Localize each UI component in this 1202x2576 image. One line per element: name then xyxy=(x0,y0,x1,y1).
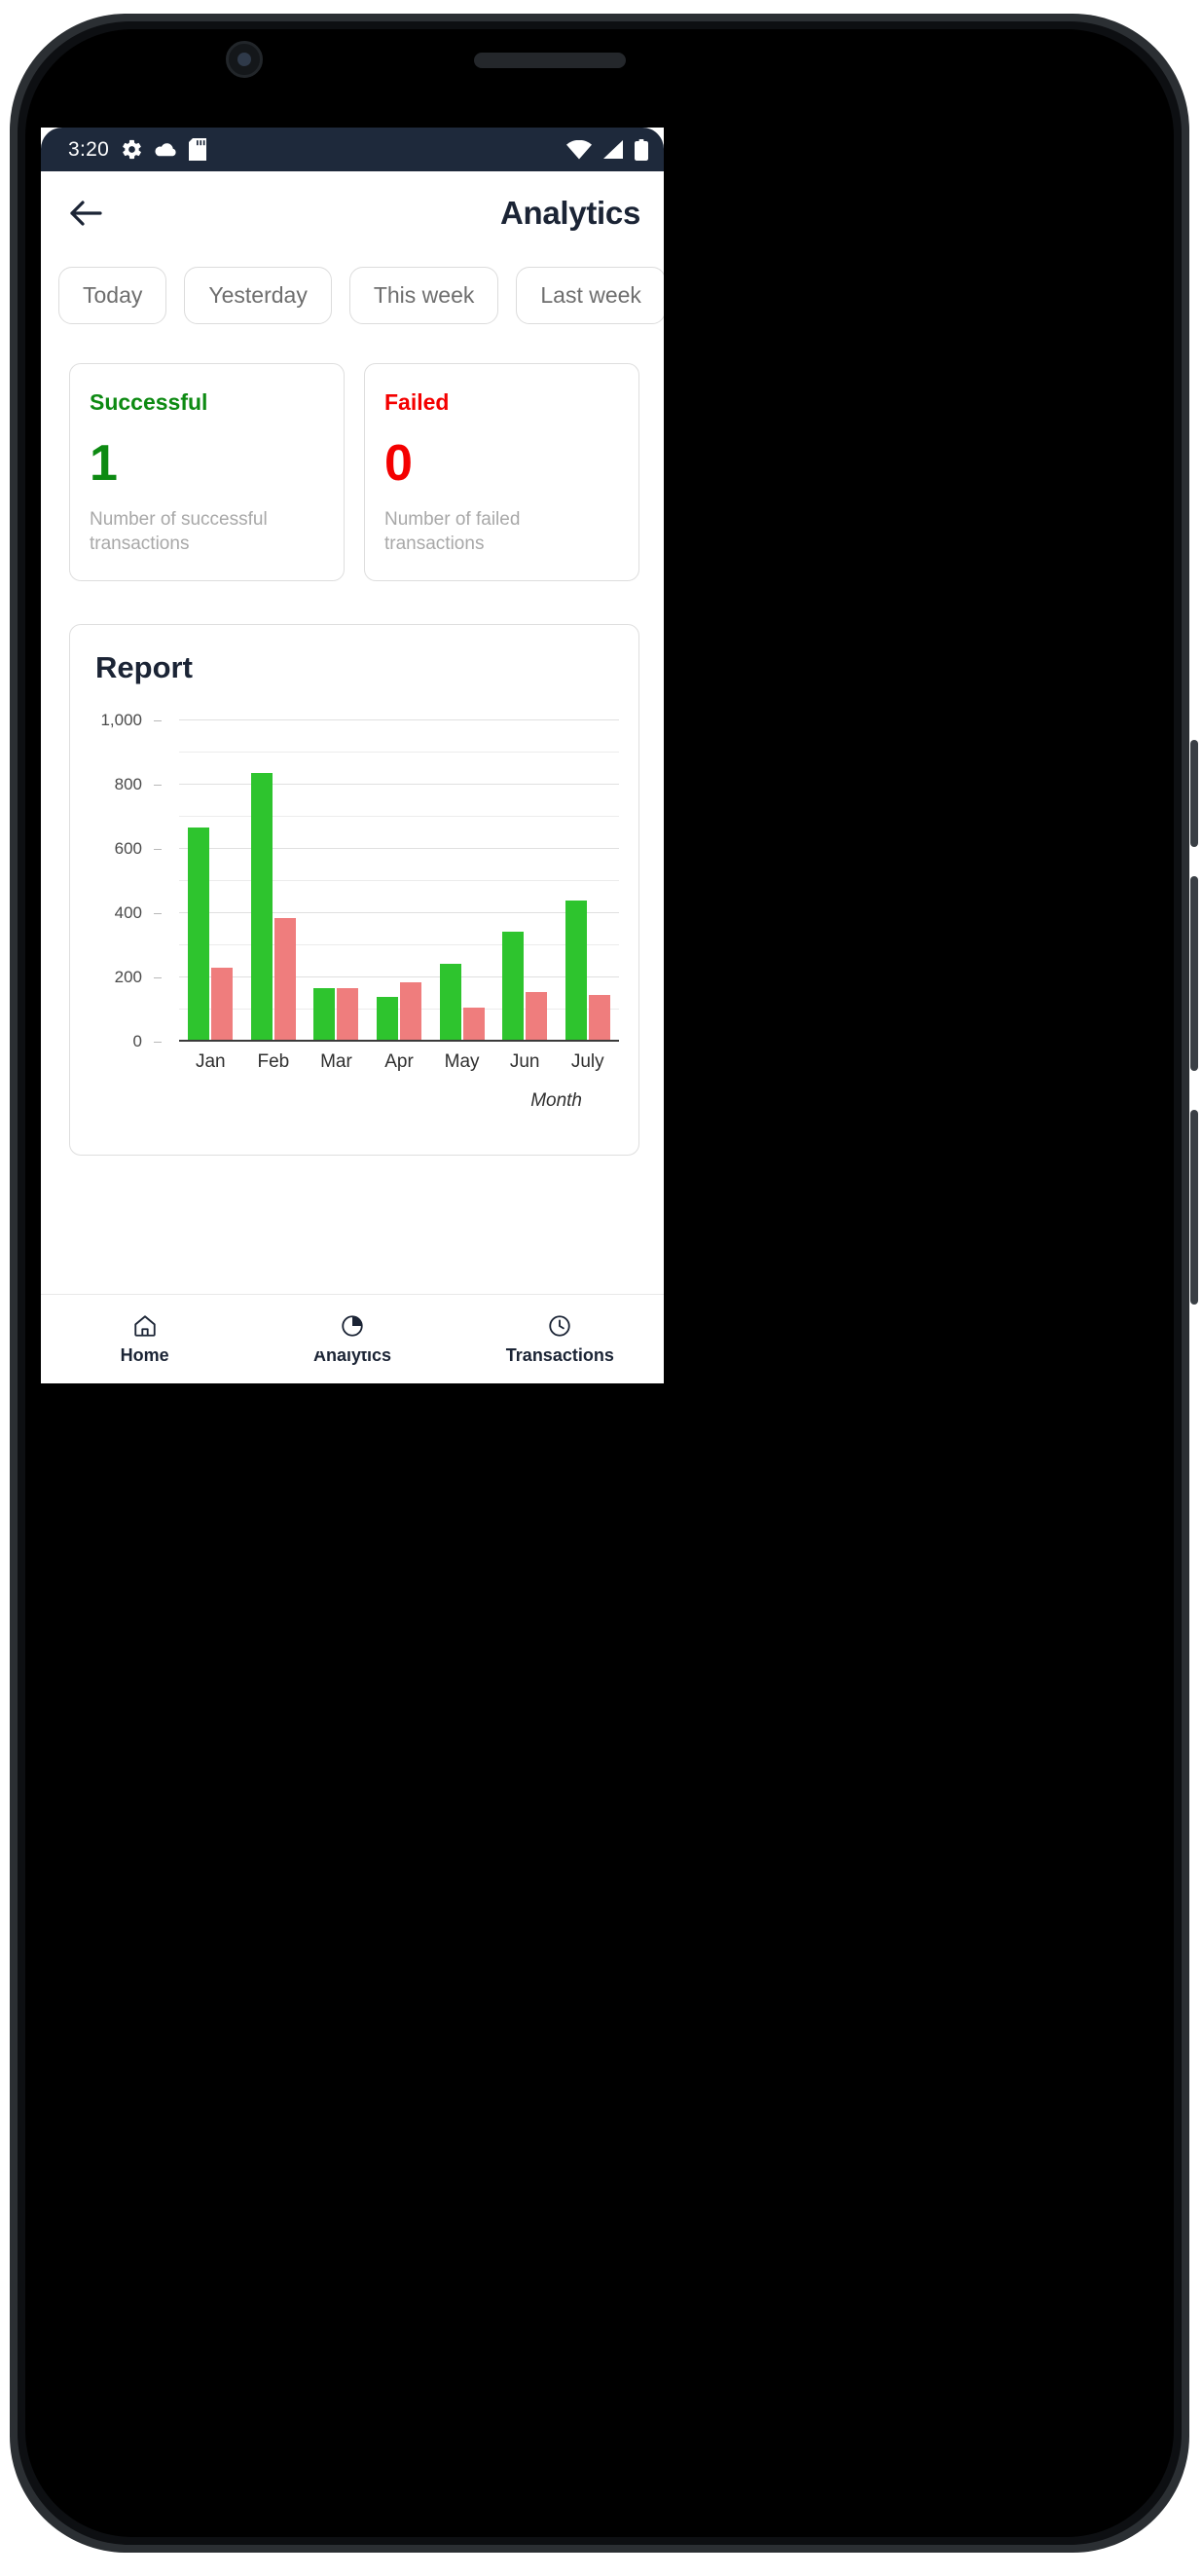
x-tick-label: Feb xyxy=(257,1051,290,1073)
bar-chart: 0 200 400 600 800 1,000 Jan Feb Mar Apr May Jun Jul… xyxy=(70,711,638,1122)
y-tick-label: 400 xyxy=(114,903,142,923)
bar-group xyxy=(430,720,493,1041)
bar-successful xyxy=(502,931,525,1041)
bar-successful xyxy=(313,988,336,1041)
status-time: 3:20 xyxy=(68,137,110,161)
power-button[interactable] xyxy=(1190,1110,1198,1305)
bar-successful xyxy=(250,773,273,1041)
y-tick-mark xyxy=(154,977,162,979)
page-title: Analytics xyxy=(499,195,640,231)
cellular-signal-icon xyxy=(602,139,624,160)
phone-frame: 3:20 Analytics Today Yesterday This week… xyxy=(0,0,1202,2576)
nav-label-transactions: Transactions xyxy=(505,1344,614,1365)
x-tick-label: Apr xyxy=(384,1051,414,1073)
filter-chip-today[interactable]: Today xyxy=(58,267,167,324)
earpiece-speaker xyxy=(474,53,626,68)
y-tick-label: 0 xyxy=(132,1032,142,1051)
battery-icon xyxy=(635,138,648,161)
stat-description-successful: Number of successful transactions xyxy=(90,508,268,555)
y-tick-label: 600 xyxy=(114,839,142,859)
y-tick-mark xyxy=(154,720,162,722)
x-tick-label: May xyxy=(444,1051,480,1073)
x-tick-label: Jan xyxy=(195,1051,226,1073)
front-camera xyxy=(226,41,263,78)
stat-card-failed[interactable]: Failed 0 Number of failed transactions xyxy=(364,363,639,582)
home-indicator xyxy=(303,1344,402,1351)
y-tick-mark xyxy=(154,1042,162,1044)
x-tick-label: Mar xyxy=(320,1051,352,1073)
gear-icon xyxy=(121,138,143,161)
home-icon xyxy=(133,1314,156,1337)
stat-title-successful: Successful xyxy=(90,389,208,415)
x-axis-labels: Jan Feb Mar Apr May Jun July xyxy=(179,1051,619,1073)
x-tick-label: July xyxy=(570,1051,604,1073)
bar-successful xyxy=(565,900,587,1041)
y-tick-label: 800 xyxy=(114,775,142,794)
pie-chart-icon xyxy=(342,1314,363,1337)
bar-failed xyxy=(273,917,296,1041)
nav-item-analytics[interactable]: Analytics xyxy=(248,1313,455,1366)
y-axis-labels: 0 200 400 600 800 1,000 xyxy=(70,711,164,1050)
y-tick-label: 1,000 xyxy=(100,711,142,730)
x-axis-line xyxy=(179,1040,619,1043)
filter-chip-this-week[interactable]: This week xyxy=(348,267,499,324)
bar-successful xyxy=(377,996,399,1041)
filter-chip-yesterday[interactable]: Yesterday xyxy=(184,267,332,324)
bar-failed xyxy=(588,994,610,1041)
filter-chip-row[interactable]: Today Yesterday This week Last week xyxy=(41,255,664,340)
chart-bars xyxy=(179,720,619,1041)
bar-group xyxy=(556,720,619,1041)
bar-group xyxy=(179,720,242,1041)
arrow-left-icon xyxy=(70,201,102,226)
bar-group xyxy=(305,720,368,1041)
bar-failed xyxy=(400,982,422,1041)
report-card: Report 0 200 400 600 800 1,000 Jan Feb Mar Apr Ma… xyxy=(69,624,639,1157)
x-tick-label: Jun xyxy=(509,1051,540,1073)
bar-failed xyxy=(337,988,359,1041)
stat-description-failed: Number of failed transactions xyxy=(384,508,521,555)
clock-icon xyxy=(549,1314,570,1337)
stat-value-successful: 1 xyxy=(90,435,118,492)
y-tick-mark xyxy=(154,849,162,851)
filter-chip-last-week[interactable]: Last week xyxy=(516,267,664,324)
phone-screen: 3:20 Analytics Today Yesterday This week… xyxy=(41,128,664,1383)
bar-group xyxy=(242,720,306,1041)
wifi-icon xyxy=(566,139,592,160)
volume-down-button[interactable] xyxy=(1190,876,1198,1071)
bar-successful xyxy=(188,828,210,1041)
bar-failed xyxy=(462,1008,485,1041)
status-bar: 3:20 xyxy=(41,128,664,171)
y-tick-mark xyxy=(154,785,162,787)
stat-card-successful[interactable]: Successful 1 Number of successful transa… xyxy=(69,363,345,582)
nav-item-transactions[interactable]: Transactions xyxy=(456,1313,664,1366)
bar-group xyxy=(493,720,557,1041)
stat-value-failed: 0 xyxy=(384,435,413,492)
y-tick-mark xyxy=(154,913,162,915)
bar-successful xyxy=(439,963,461,1041)
report-title: Report xyxy=(95,650,193,685)
stat-card-row: Successful 1 Number of successful transa… xyxy=(41,340,664,582)
nav-item-home[interactable]: Home xyxy=(41,1313,248,1366)
volume-up-button[interactable] xyxy=(1190,740,1198,847)
y-tick-label: 200 xyxy=(114,968,142,987)
bar-failed xyxy=(211,967,234,1041)
stat-title-failed: Failed xyxy=(384,389,450,415)
bottom-navigation: Home Analytics Transactions xyxy=(41,1294,664,1383)
cloud-icon xyxy=(154,140,178,159)
bar-failed xyxy=(526,992,548,1041)
x-axis-title: Month xyxy=(530,1090,582,1112)
status-right-icons xyxy=(566,138,648,161)
bar-group xyxy=(368,720,431,1041)
nav-label-home: Home xyxy=(120,1344,169,1365)
app-header: Analytics xyxy=(41,171,664,255)
back-button[interactable] xyxy=(64,192,107,235)
chart-plot-area xyxy=(179,719,619,1043)
sd-card-icon xyxy=(189,138,207,161)
